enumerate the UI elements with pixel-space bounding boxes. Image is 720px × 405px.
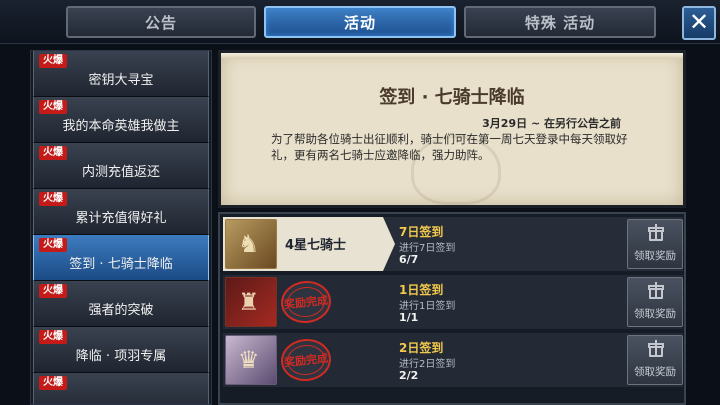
hot-badge: 火爆 — [39, 284, 67, 298]
reward-completed-stamp: 奖励完成 — [278, 278, 334, 326]
event-label: 降临 · 项羽专属 — [75, 349, 167, 364]
event-item-xiangyu[interactable]: 火爆 降临 · 项羽专属 — [33, 327, 209, 373]
reward-progress: 6/7 — [399, 253, 419, 266]
hot-badge: 火爆 — [39, 100, 67, 114]
reward-description: 进行7日签到 — [399, 243, 456, 254]
reward-item-thumbnail: ♜ — [225, 277, 277, 327]
hero-portrait-thumbnail: ♛ — [225, 335, 277, 385]
tab-events[interactable]: 活动 — [264, 6, 456, 38]
card-icon: ♞ — [238, 230, 260, 258]
reward-description: 进行1日签到 — [399, 301, 456, 312]
reward-title: 2日签到 — [399, 341, 444, 355]
claim-reward-label: 领取奖励 — [634, 366, 676, 378]
event-label: 累计充值得好礼 — [75, 211, 167, 226]
claim-reward-button[interactable]: 领取奖励 — [627, 277, 683, 327]
card-icon: ♜ — [238, 288, 260, 316]
claim-reward-label: 领取奖励 — [634, 308, 676, 320]
portrait-icon: ♛ — [238, 346, 260, 374]
close-icon: ✕ — [688, 8, 710, 36]
tab-bar: 公告 活动 特殊 活动 ✕ — [0, 0, 720, 44]
hot-badge: 火爆 — [39, 376, 67, 390]
hot-badge: 火爆 — [39, 238, 67, 252]
hero-reward-label: 4星七骑士 — [285, 238, 347, 253]
reward-description: 进行2日签到 — [399, 359, 456, 370]
reward-progress: 1/1 — [399, 311, 419, 324]
event-item-hero-choice[interactable]: 火爆 我的本命英雄我做主 — [33, 97, 209, 143]
tab-notice[interactable]: 公告 — [66, 6, 256, 38]
event-label: 签到 · 七骑士降临 — [69, 257, 173, 272]
hot-badge: 火爆 — [39, 146, 67, 160]
event-label: 密钥大寻宝 — [88, 73, 154, 88]
event-date: 3月29日 ~ 在另行公告之前 — [482, 117, 621, 130]
gift-icon — [648, 224, 664, 242]
hot-badge: 火爆 — [39, 330, 67, 344]
reward-progress: 2/2 — [399, 369, 419, 382]
event-description-panel: 签到 · 七骑士降临 3月29日 ~ 在另行公告之前 为了帮助各位骑士出征顺利，… — [218, 50, 686, 208]
event-label: 我的本命英雄我做主 — [62, 119, 180, 134]
event-list: 火爆 密钥大寻宝 火爆 我的本命英雄我做主 火爆 内测充值返还 火爆 累计充值得… — [30, 50, 212, 405]
hot-badge: 火爆 — [39, 54, 67, 68]
reward-row: ♞ 4星七骑士 7日签到 进行7日签到 6/7 领取奖励 — [223, 217, 683, 271]
tab-special-events[interactable]: 特殊 活动 — [464, 6, 656, 38]
reward-row: ♜ 奖励完成 1日签到 进行1日签到 1/1 领取奖励 — [223, 275, 683, 329]
reward-title: 1日签到 — [399, 283, 444, 297]
gift-icon — [648, 340, 664, 358]
claim-reward-label: 领取奖励 — [634, 250, 676, 262]
reward-completed-stamp: 奖励完成 — [278, 336, 334, 384]
event-description: 为了帮助各位骑士出征顺利，骑士们可在第一周七天登录中每天领取好礼，更有两名七骑士… — [271, 132, 628, 162]
event-item-breakthrough[interactable]: 火爆 强者的突破 — [33, 281, 209, 327]
event-label: 强者的突破 — [88, 303, 154, 318]
reward-list: ♞ 4星七骑士 7日签到 进行7日签到 6/7 领取奖励 ♜ 奖励完成 1日签到… — [218, 212, 686, 405]
gift-icon — [648, 282, 664, 300]
reward-title: 7日签到 — [399, 225, 444, 239]
event-item-treasure-hunt[interactable]: 火爆 密钥大寻宝 — [33, 51, 209, 97]
event-item-recharge-return[interactable]: 火爆 内测充值返还 — [33, 143, 209, 189]
reward-row: ♛ 奖励完成 2日签到 进行2日签到 2/2 领取奖励 — [223, 333, 683, 387]
event-title: 签到 · 七骑士降临 — [379, 87, 525, 108]
close-button[interactable]: ✕ — [682, 6, 716, 40]
claim-reward-button[interactable]: 领取奖励 — [627, 219, 683, 269]
banner-arrow — [383, 217, 395, 271]
claim-reward-button[interactable]: 领取奖励 — [627, 335, 683, 385]
event-label: 内测充值返还 — [81, 165, 160, 180]
event-item-partial[interactable]: 火爆 — [33, 373, 209, 404]
hot-badge: 火爆 — [39, 192, 67, 206]
event-item-sign-in[interactable]: 火爆 签到 · 七骑士降临 — [33, 235, 209, 281]
event-item-cumulative-recharge[interactable]: 火爆 累计充值得好礼 — [33, 189, 209, 235]
hero-card-thumbnail: ♞ — [225, 219, 277, 269]
